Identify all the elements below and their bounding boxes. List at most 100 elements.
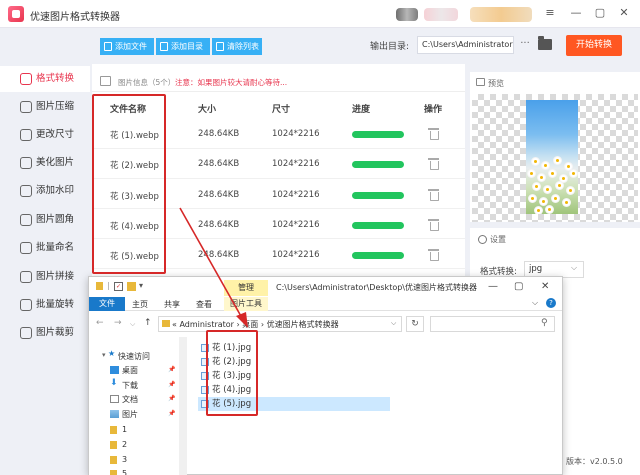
start-convert-button[interactable]: 开始转换 (566, 35, 622, 56)
version-label: 版本：v2.0.5.0 (566, 457, 623, 466)
clear-list-button[interactable]: 清除列表 (212, 38, 262, 55)
sidebar-item-rename[interactable]: 批量命名 (0, 235, 90, 261)
crop-icon (20, 327, 32, 339)
sidebar-item-label: 更改尺寸 (36, 129, 75, 140)
compress-icon (20, 101, 32, 113)
folder-icon (110, 456, 117, 464)
output-dir-input[interactable]: C:\Users\Administrator (417, 36, 514, 54)
ribbon-tab-home[interactable]: 主页 (132, 299, 148, 310)
clear-list-label: 清除列表 (227, 42, 259, 51)
maximize-button[interactable]: ▢ (592, 6, 608, 19)
quick-access-separator: | (107, 281, 110, 290)
delete-icon[interactable] (428, 219, 439, 231)
nav-item-folder-2[interactable]: 2 (122, 440, 127, 449)
pin-icon: 📌 (168, 366, 176, 373)
back-arrow-icon[interactable]: ← (96, 318, 104, 328)
sidebar-item-label: 批量命名 (36, 242, 75, 253)
sidebar-item-round-corner[interactable]: 图片圆角 (0, 207, 90, 233)
sidebar-item-crop[interactable]: 图片裁剪 (0, 320, 90, 346)
clear-icon (216, 42, 224, 51)
sidebar-item-label: 批量旋转 (36, 299, 75, 310)
sidebar-item-label: 图片压缩 (36, 101, 75, 112)
sidebar-item-label: 添加水印 (36, 185, 75, 196)
close-button[interactable]: ✕ (616, 6, 632, 19)
convert-icon (20, 73, 32, 85)
file-size: 248.64KB (198, 159, 240, 169)
nav-item-folder-3[interactable]: 3 (122, 455, 127, 464)
delete-icon[interactable] (428, 249, 439, 261)
output-dir-browse-button[interactable]: ··· (518, 36, 532, 54)
new-folder-icon[interactable] (127, 282, 136, 291)
chevron-down-icon[interactable]: ⌵ (571, 263, 577, 273)
app-logo-icon (8, 6, 24, 22)
add-file-icon (104, 42, 112, 51)
file-size: 248.64KB (198, 190, 240, 200)
open-folder-icon[interactable] (538, 36, 552, 50)
breadcrumb-item-converter[interactable]: 优速图片格式转换器 (267, 320, 339, 329)
progress-bar (352, 222, 404, 229)
user-info-blur (424, 8, 458, 21)
ribbon-tab-file[interactable]: 文件 (89, 297, 125, 311)
explorer-close-button[interactable]: ✕ (541, 281, 549, 292)
properties-icon[interactable]: ✓ (114, 282, 123, 291)
ribbon-expand-icon[interactable]: ⌵ (532, 298, 538, 308)
sidebar-item-format-convert[interactable]: 格式转换 (0, 66, 90, 92)
nav-pane-scrollbar[interactable] (179, 337, 187, 475)
image-info-icon (100, 76, 111, 86)
preview-image (526, 100, 578, 214)
app-title: 优速图片格式转换器 (30, 12, 120, 23)
sidebar-item-stitch[interactable]: 图片拼接 (0, 264, 90, 290)
nav-item-documents[interactable]: 文档 (122, 394, 138, 405)
delete-icon[interactable] (428, 128, 439, 140)
address-dropdown-icon[interactable]: ⌵ (391, 319, 396, 328)
menu-icon[interactable]: ≡ (542, 6, 558, 19)
gear-icon (478, 235, 487, 244)
folder-icon (110, 426, 117, 434)
minimize-button[interactable]: — (568, 6, 584, 19)
documents-icon (110, 395, 119, 403)
warning-text: 注意：如果图片较大请耐心等待... (175, 78, 288, 87)
image-info-label: 图片信息（5个） (118, 78, 176, 87)
add-folder-icon (160, 42, 168, 51)
folder-icon (96, 282, 103, 290)
sidebar-item-rotate[interactable]: 批量旋转 (0, 292, 90, 318)
forward-arrow-icon[interactable]: → (114, 318, 122, 328)
refresh-icon[interactable]: ↻ (406, 316, 424, 332)
delete-icon[interactable] (428, 158, 439, 170)
nav-item-folder-1[interactable]: 1 (122, 425, 127, 434)
file-size: 248.64KB (198, 129, 240, 139)
progress-bar (352, 252, 404, 259)
nav-item-pictures[interactable]: 图片 (122, 409, 138, 420)
sidebar-item-label: 美化图片 (36, 157, 75, 168)
settings-label: 设置 (490, 235, 506, 244)
annotation-box-source (92, 94, 166, 274)
customize-qat-icon[interactable]: ▾ (139, 281, 143, 290)
expand-arrow-icon[interactable]: ▾ (102, 351, 106, 359)
explorer-minimize-button[interactable]: — (488, 281, 498, 292)
delete-icon[interactable] (428, 189, 439, 201)
nav-item-desktop[interactable]: 桌面 (122, 365, 138, 376)
recent-locations-icon[interactable]: ⌵ (130, 320, 135, 329)
explorer-ribbon (89, 297, 562, 311)
column-header-dims: 尺寸 (272, 105, 291, 115)
search-input[interactable] (430, 316, 555, 332)
search-icon[interactable]: ⚲ (541, 318, 548, 328)
star-icon: ★ (108, 349, 116, 358)
user-avatar-blur (396, 8, 418, 21)
help-icon[interactable]: ? (546, 298, 556, 308)
explorer-window-title: C:\Users\Administrator\Desktop\优速图片格式转换器 (276, 283, 477, 292)
sidebar-item-resize[interactable]: 更改尺寸 (0, 122, 90, 148)
explorer-maximize-button[interactable]: ▢ (514, 281, 523, 292)
nav-item-quick-access[interactable]: 快速访问 (118, 351, 150, 362)
progress-bar (352, 131, 404, 138)
add-folder-label: 添加目录 (171, 42, 203, 51)
nav-item-downloads[interactable]: 下载 (122, 380, 138, 391)
up-arrow-icon[interactable]: ↑ (144, 318, 152, 328)
add-folder-button[interactable]: 添加目录 (156, 38, 210, 55)
sidebar-item-beautify[interactable]: 美化图片 (0, 150, 90, 176)
sidebar-item-compress[interactable]: 图片压缩 (0, 94, 90, 120)
nav-item-folder-5[interactable]: 5 (122, 469, 127, 475)
sidebar-item-watermark[interactable]: 添加水印 (0, 178, 90, 204)
address-folder-icon (162, 320, 170, 327)
add-file-button[interactable]: 添加文件 (100, 38, 154, 55)
